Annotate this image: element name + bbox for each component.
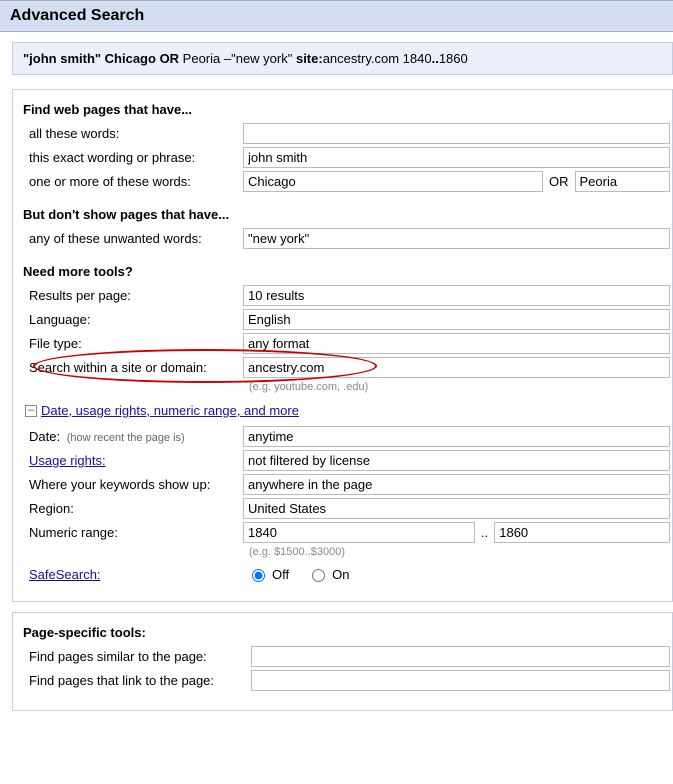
domain-input[interactable] (243, 357, 670, 378)
query-q3: 1840 (399, 51, 432, 66)
usage-rights-select[interactable] (243, 450, 670, 471)
safesearch-off-label: Off (272, 567, 289, 582)
criteria-box: Find web pages that have... all these wo… (12, 89, 673, 602)
exclude-heading: But don't show pages that have... (23, 207, 670, 222)
safesearch-link[interactable]: SafeSearch: (29, 567, 101, 582)
find-heading: Find web pages that have... (23, 102, 670, 117)
query-site-label: site: (296, 51, 323, 66)
page-tools-heading: Page-specific tools: (23, 625, 670, 640)
tools-heading: Need more tools? (23, 264, 670, 279)
query-preview: "john smith" Chicago OR Peoria –"new yor… (12, 42, 673, 75)
any-words-input-1[interactable] (243, 171, 543, 192)
numeric-range-label: Numeric range: (23, 525, 243, 540)
all-words-input[interactable] (243, 123, 670, 144)
unwanted-words-label: any of these unwanted words: (23, 231, 243, 246)
domain-hint: (e.g. youtube.com, .edu) (249, 381, 670, 393)
any-words-label: one or more of these words: (23, 174, 243, 189)
safesearch-on-label: On (332, 567, 349, 582)
range-hint: (e.g. $1500..$3000) (249, 546, 670, 558)
exact-phrase-input[interactable] (243, 147, 670, 168)
domain-label: Search within a site or domain: (23, 360, 243, 375)
query-or: OR (160, 51, 180, 66)
safesearch-on-radio[interactable] (312, 569, 325, 582)
numeric-range-to-input[interactable] (494, 522, 670, 543)
unwanted-words-input[interactable] (243, 228, 670, 249)
region-label: Region: (23, 501, 243, 516)
exact-phrase-label: this exact wording or phrase: (23, 150, 243, 165)
query-q2: Peoria –"new york" (179, 51, 296, 66)
keywords-location-label: Where your keywords show up: (23, 477, 243, 492)
filetype-label: File type: (23, 336, 243, 351)
region-select[interactable] (243, 498, 670, 519)
query-dots: .. (432, 51, 439, 66)
language-select[interactable] (243, 309, 670, 330)
any-words-input-2[interactable] (575, 171, 671, 192)
results-per-page-select[interactable] (243, 285, 670, 306)
safesearch-off-radio[interactable] (252, 569, 265, 582)
linking-pages-input[interactable] (251, 670, 670, 691)
query-q1: "john smith" Chicago (23, 51, 160, 66)
collapse-icon[interactable]: – (25, 405, 37, 417)
all-words-label: all these words: (23, 126, 243, 141)
similar-pages-input[interactable] (251, 646, 670, 667)
linking-pages-label: Find pages that link to the page: (23, 673, 251, 688)
date-select[interactable] (243, 426, 670, 447)
language-label: Language: (23, 312, 243, 327)
page-title: Advanced Search (0, 0, 673, 32)
filetype-select[interactable] (243, 333, 670, 354)
usage-rights-link[interactable]: Usage rights: (29, 453, 106, 468)
range-separator: .. (481, 525, 488, 540)
or-separator: OR (549, 174, 569, 189)
query-site-value: ancestry.com (323, 51, 399, 66)
keywords-location-select[interactable] (243, 474, 670, 495)
more-options-toggle[interactable]: Date, usage rights, numeric range, and m… (41, 403, 299, 418)
numeric-range-from-input[interactable] (243, 522, 475, 543)
date-desc: (how recent the page is) (67, 432, 185, 444)
query-q4: 1860 (439, 51, 468, 66)
results-per-page-label: Results per page: (23, 288, 243, 303)
page-tools-box: Page-specific tools: Find pages similar … (12, 612, 673, 711)
similar-pages-label: Find pages similar to the page: (23, 649, 251, 664)
date-label: Date: (how recent the page is) (23, 429, 243, 444)
